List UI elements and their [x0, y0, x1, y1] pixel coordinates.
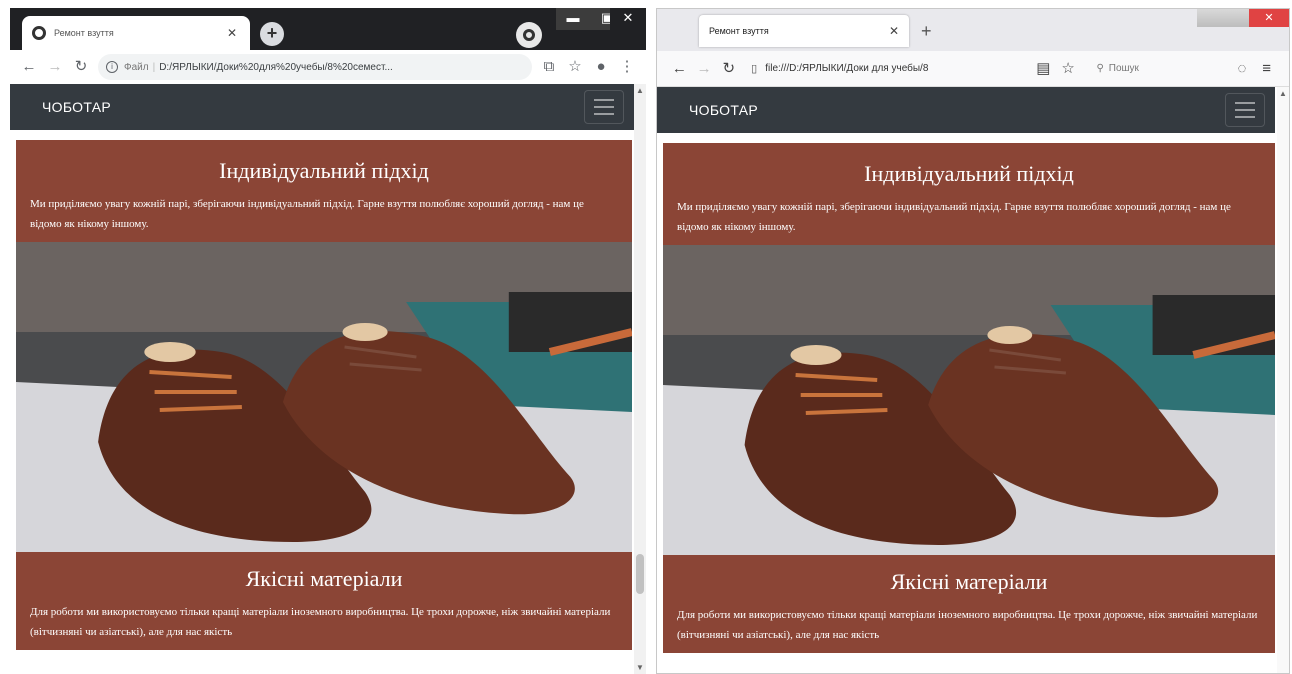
scroll-thumb[interactable]: [636, 554, 644, 594]
scroll-down-icon[interactable]: ▼: [634, 663, 646, 672]
section-individual-approach: Індивідуальний підхід Ми приділяємо уваг…: [16, 140, 632, 552]
section-quality-materials: Якісні матеріали Для роботи ми використо…: [663, 555, 1275, 653]
section-heading: Індивідуальний підхід: [219, 158, 429, 183]
scroll-up-icon[interactable]: ▲: [1277, 89, 1289, 98]
chrome-window: Ремонт взуття ✕ + ▬ ▣ ✕ ← → ↻ i Файл | D…: [10, 8, 646, 674]
close-window-button[interactable]: ✕: [1249, 9, 1289, 27]
search-icon: ⚲: [1096, 63, 1104, 74]
section-text: Ми приділяємо увагу кожній парі, зберіга…: [677, 201, 1231, 233]
forward-arrow-icon[interactable]: →: [42, 54, 68, 80]
shoes-photo: [663, 245, 1275, 555]
translate-icon[interactable]: ⧉: [536, 54, 562, 80]
new-tab-button[interactable]: +: [260, 22, 284, 46]
firefox-tab-strip: Ремонт взуття ✕ + ✕: [657, 9, 1289, 51]
vertical-scrollbar[interactable]: ▲ ▼: [634, 84, 646, 674]
site-navbar: ЧОБОТАР: [10, 84, 634, 130]
page-icon: ▯: [751, 63, 758, 75]
address-bar[interactable]: i Файл | D:/ЯРЛЫКИ/Доки%20для%20учебы/8%…: [98, 54, 532, 80]
account-icon[interactable]: ●: [588, 54, 614, 80]
profile-icon[interactable]: [516, 22, 542, 48]
close-window-button[interactable]: ✕: [610, 8, 646, 30]
reload-icon[interactable]: ↻: [716, 56, 741, 82]
star-icon[interactable]: ☆: [562, 54, 588, 80]
chrome-toolbar: ← → ↻ i Файл | D:/ЯРЛЫКИ/Доки%20для%20уч…: [10, 50, 646, 84]
star-icon[interactable]: ☆: [1056, 56, 1081, 82]
vertical-scrollbar[interactable]: ▲: [1277, 87, 1289, 673]
hamburger-menu-icon[interactable]: [1225, 93, 1265, 127]
firefox-menu-icon[interactable]: ≡: [1254, 56, 1279, 82]
section-quality-materials: Якісні матеріали Для роботи ми використо…: [16, 552, 632, 650]
new-tab-button[interactable]: +: [921, 21, 932, 42]
firefox-tab[interactable]: Ремонт взуття ✕: [699, 15, 909, 47]
shoes-photo: [16, 242, 632, 552]
site-brand[interactable]: ЧОБОТАР: [42, 99, 111, 115]
forward-arrow-icon[interactable]: →: [692, 56, 717, 82]
section-text: Ми приділяємо увагу кожній парі, зберіга…: [30, 198, 584, 230]
section-heading: Якісні матеріали: [890, 569, 1048, 594]
address-scheme-label: Файл: [124, 61, 149, 73]
firefox-toolbar: ← → ↻ ▯ file:///D:/ЯРЛЫКИ/Доки для учебы…: [657, 51, 1289, 87]
address-url: D:/ЯРЛЫКИ/Доки%20для%20учебы/8%20семест.…: [159, 61, 393, 73]
info-icon[interactable]: i: [106, 61, 118, 73]
section-heading: Індивідуальний підхід: [864, 161, 1074, 186]
reload-icon[interactable]: ↻: [68, 54, 94, 80]
search-placeholder: Пошук: [1108, 63, 1139, 74]
chrome-tab[interactable]: Ремонт взуття ✕: [22, 16, 250, 50]
section-text: Для роботи ми використовуємо тільки кращ…: [677, 609, 1258, 641]
globe-favicon-icon: [32, 26, 46, 40]
close-tab-icon[interactable]: ✕: [224, 26, 240, 40]
firefox-window: Ремонт взуття ✕ + ✕ ← → ↻ ▯ file:///D:/Я…: [656, 8, 1290, 674]
chrome-menu-icon[interactable]: ⋮: [614, 54, 640, 80]
section-heading: Якісні матеріали: [245, 566, 403, 591]
site-brand[interactable]: ЧОБОТАР: [689, 102, 758, 118]
close-tab-icon[interactable]: ✕: [889, 24, 899, 38]
reader-view-icon[interactable]: ▤: [1031, 56, 1056, 82]
scroll-up-icon[interactable]: ▲: [634, 86, 646, 95]
back-arrow-icon[interactable]: ←: [667, 56, 692, 82]
address-bar[interactable]: ▯ file:///D:/ЯРЛЫКИ/Доки для учебы/8: [745, 56, 1031, 82]
pocket-icon[interactable]: ◌: [1230, 56, 1255, 82]
section-text: Для роботи ми використовуємо тільки кращ…: [30, 606, 611, 638]
tab-title: Ремонт взуття: [709, 26, 769, 36]
address-url: file:///D:/ЯРЛЫКИ/Доки для учебы/8: [765, 63, 929, 74]
section-individual-approach: Індивідуальний підхід Ми приділяємо уваг…: [663, 143, 1275, 555]
site-navbar: ЧОБОТАР: [657, 87, 1275, 133]
back-arrow-icon[interactable]: ←: [16, 54, 42, 80]
page-viewport: ЧОБОТАР Індивідуальний підхід Ми приділя…: [10, 84, 634, 674]
window-controls: ✕: [1197, 9, 1289, 27]
page-viewport: ЧОБОТАР Індивідуальний підхід Ми приділя…: [657, 87, 1275, 673]
hamburger-menu-icon[interactable]: [584, 90, 624, 124]
tab-title: Ремонт взуття: [54, 28, 114, 38]
chrome-tab-strip: Ремонт взуття ✕ + ▬ ▣ ✕: [10, 8, 646, 50]
minimize-button[interactable]: ▬: [556, 8, 590, 30]
address-separator: |: [152, 61, 156, 73]
search-input[interactable]: ⚲ Пошук: [1096, 57, 1229, 81]
